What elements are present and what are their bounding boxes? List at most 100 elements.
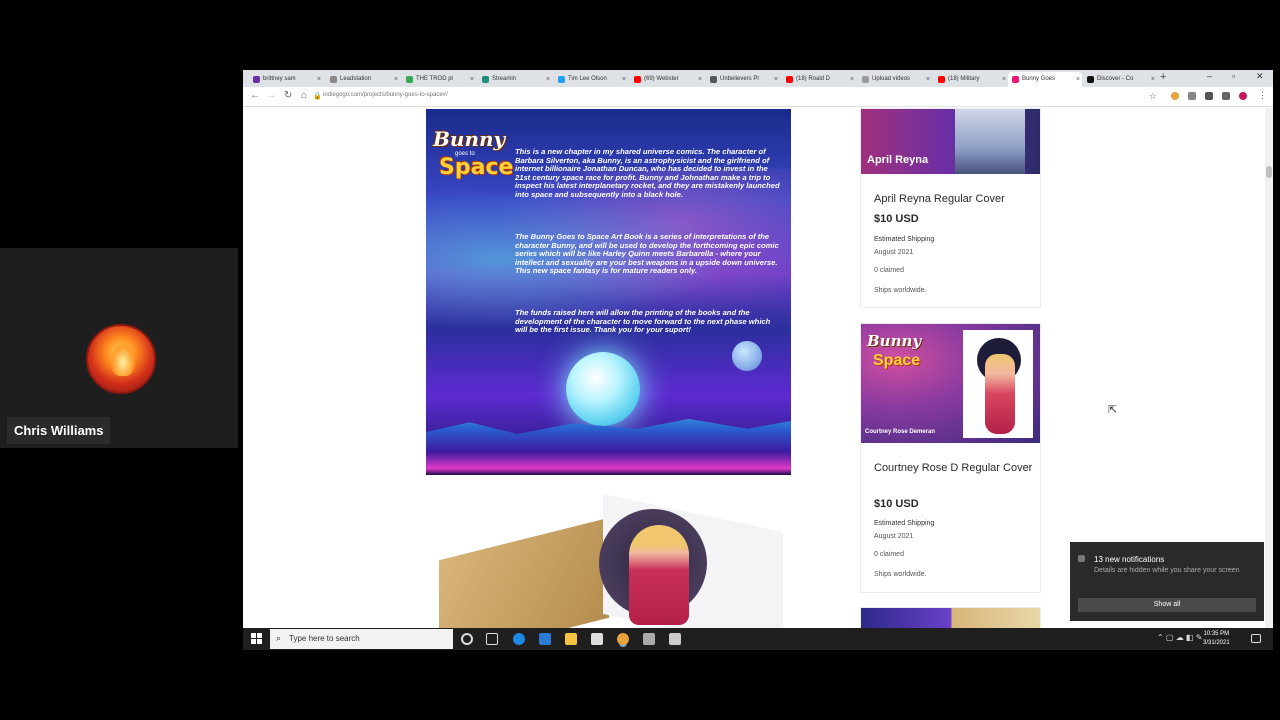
close-tab-icon[interactable]: ×: [1076, 72, 1080, 87]
browser-tab[interactable]: (18) Roald D ×: [782, 72, 856, 87]
extension-icon[interactable]: [1171, 92, 1179, 100]
story-paragraph: The Bunny Goes to Space Art Book is a se…: [515, 232, 779, 276]
tab-strip: brittney sam × Leadstation × THE TROD pl × …: [243, 70, 1273, 87]
close-tab-icon[interactable]: ×: [546, 72, 550, 87]
shipping-label: Estimated Shipping: [874, 520, 935, 527]
ships-info: Ships worldwide.: [874, 287, 927, 294]
notification-icon: [1078, 555, 1085, 562]
reward-title: Courtney Rose D Regular Cover: [874, 462, 1033, 474]
internet-explorer-icon[interactable]: [539, 633, 551, 645]
bunny-logo: Bunny goes to Space: [433, 127, 514, 180]
maximize-icon[interactable]: ▫: [1232, 71, 1235, 81]
browser-tab[interactable]: brittney sam ×: [249, 72, 323, 87]
reward-title: April Reyna Regular Cover: [874, 193, 1005, 205]
planet-decoration: [566, 352, 640, 426]
screen: Chris Williams brittney sam × Leadstation…: [0, 0, 1280, 720]
task-view-icon[interactable]: [486, 633, 498, 645]
extension-icon[interactable]: [1188, 92, 1196, 100]
campaign-art-image: Bunny goes to Space This is a new chapte…: [426, 109, 791, 475]
browser-tab[interactable]: Leadstation ×: [326, 72, 400, 87]
reading-list-icon[interactable]: [1222, 92, 1230, 100]
home-icon[interactable]: ⌂: [301, 90, 307, 101]
close-tab-icon[interactable]: ×: [926, 72, 930, 87]
tab-favicon-icon: [1087, 76, 1094, 83]
taskbar-clock[interactable]: 10:35 PM 3/31/2021: [1203, 630, 1230, 648]
tab-favicon-icon: [938, 76, 945, 83]
system-tray-icons[interactable]: ⌃ ▢ ☁ ◧ ✎: [1157, 633, 1202, 642]
notification-title: 13 new notifications: [1094, 555, 1165, 564]
reward-card[interactable]: April Reyna April Reyna Regular Cover $1…: [860, 108, 1041, 308]
bunny-logo: Bunny Space: [867, 332, 922, 369]
book-character-figure: [629, 525, 689, 625]
close-tab-icon[interactable]: ×: [774, 72, 778, 87]
cortana-icon[interactable]: [461, 633, 473, 645]
tab-favicon-icon: [253, 76, 260, 83]
notification-detail: Details are hidden while you share your …: [1094, 567, 1240, 574]
shipping-date: August 2021: [874, 533, 914, 540]
edge-icon[interactable]: [513, 633, 525, 645]
browser-tab[interactable]: Upload videos ×: [858, 72, 932, 87]
browser-toolbar: ← → ↻ ⌂ 🔒 indiegogo.com/projects/bunny-g…: [243, 87, 1273, 107]
art-book-image: [431, 493, 793, 629]
puzzle-icon[interactable]: [1205, 92, 1213, 100]
participant-name: Chris Williams: [7, 417, 111, 444]
profile-avatar[interactable]: [1239, 92, 1247, 100]
story-paragraph: This is a new chapter in my shared unive…: [515, 147, 780, 199]
windows-start-icon[interactable]: [251, 633, 263, 645]
minimize-icon[interactable]: –: [1207, 71, 1212, 81]
close-tab-icon[interactable]: ×: [698, 72, 702, 87]
ships-info: Ships worldwide.: [874, 571, 927, 578]
tab-favicon-icon: [710, 76, 717, 83]
close-tab-icon[interactable]: ×: [850, 72, 854, 87]
close-tab-icon[interactable]: ×: [317, 72, 321, 87]
reward-card[interactable]: Bunny Space Courtney Rose Demeran Courtn…: [860, 323, 1041, 593]
store-icon[interactable]: [591, 633, 603, 645]
browser-tab[interactable]: (18) Military ×: [934, 72, 1008, 87]
participant-avatar: [86, 324, 156, 394]
back-icon[interactable]: ←: [250, 90, 260, 101]
browser-tab[interactable]: Streamin ×: [478, 72, 552, 87]
scrollbar-thumb[interactable]: [1266, 166, 1272, 178]
claimed-count: 0 claimed: [874, 551, 904, 558]
character-figure: [955, 109, 1025, 174]
menu-dots-icon[interactable]: ⋮: [1258, 90, 1267, 101]
action-center-icon[interactable]: [1251, 634, 1261, 643]
search-icon: ⌕: [276, 633, 282, 643]
chrome-icon[interactable]: [617, 633, 629, 645]
notification-popup: 13 new notifications Details are hidden …: [1070, 542, 1264, 621]
reward-card[interactable]: [860, 607, 1041, 629]
browser-tab-active[interactable]: Bunny Goes ×: [1008, 72, 1082, 87]
file-explorer-icon[interactable]: [565, 633, 577, 645]
claimed-count: 0 claimed: [874, 267, 904, 274]
lock-icon: 🔒: [313, 93, 322, 100]
browser-tab[interactable]: THE TROD pl ×: [402, 72, 476, 87]
browser-tab[interactable]: Tim Lee Olson ×: [554, 72, 628, 87]
close-tab-icon[interactable]: ×: [622, 72, 626, 87]
bookmark-star-icon[interactable]: ☆: [1149, 91, 1157, 102]
show-all-button[interactable]: Show all: [1078, 598, 1256, 612]
reload-icon[interactable]: ↻: [284, 90, 292, 101]
browser-tab[interactable]: Unbelievers Pl ×: [706, 72, 780, 87]
tab-favicon-icon: [862, 76, 869, 83]
shipping-date: August 2021: [874, 249, 914, 256]
close-tab-icon[interactable]: ×: [1151, 72, 1155, 87]
tab-favicon-icon: [330, 76, 337, 83]
forward-icon[interactable]: →: [266, 90, 276, 101]
close-tab-icon[interactable]: ×: [1002, 72, 1006, 87]
app-icon[interactable]: [643, 633, 655, 645]
close-window-icon[interactable]: ✕: [1256, 71, 1264, 82]
taskbar-search[interactable]: ⌕ Type here to search: [270, 629, 453, 649]
tab-favicon-icon: [786, 76, 793, 83]
page-scrollbar[interactable]: [1265, 108, 1273, 629]
tab-favicon-icon: [406, 76, 413, 83]
reward-price: $10 USD: [874, 213, 919, 225]
close-tab-icon[interactable]: ×: [394, 72, 398, 87]
app-icon[interactable]: [669, 633, 681, 645]
reward-price: $10 USD: [874, 498, 919, 510]
browser-tab[interactable]: (69) Webster ×: [630, 72, 704, 87]
book-left-page: [439, 517, 609, 629]
close-tab-icon[interactable]: ×: [470, 72, 474, 87]
browser-tab[interactable]: Discover - Co ×: [1083, 72, 1157, 87]
address-bar[interactable]: indiegogo.com/projects/bunny-goes-to-spa…: [323, 92, 448, 98]
new-tab-button[interactable]: +: [1160, 71, 1166, 83]
